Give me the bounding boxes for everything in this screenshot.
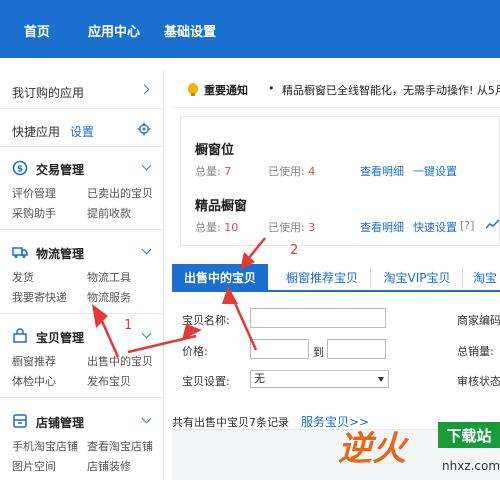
premium-quick-setup-link[interactable]: 快速设置	[413, 219, 457, 235]
sidebar-link-ship[interactable]: 发货	[12, 269, 34, 285]
svg-text:$: $	[17, 165, 23, 175]
tab-window-recommended[interactable]: 橱窗推荐宝贝	[278, 264, 366, 292]
showcase-used: 已使用: 4	[268, 165, 316, 178]
notice-message[interactable]: 精品橱窗已全线智能化，无需手动操作! 从5月	[282, 82, 500, 98]
premium-view-details-link[interactable]: 查看明细	[360, 219, 404, 235]
quick-apps-title: 快捷应用	[12, 125, 61, 139]
sidebar-link-early-payment[interactable]: 提前收款	[87, 205, 131, 221]
sidebar-link-logistics-tools[interactable]: 物流工具	[87, 269, 131, 285]
showcase-title: 橱窗位	[195, 143, 235, 158]
premium-total: 总量: 10	[195, 221, 239, 234]
notice-bullet: •	[268, 82, 275, 95]
price-max-input[interactable]	[327, 339, 386, 359]
watermark-sub-text: 下载站	[446, 427, 491, 445]
merchant-code-label: 商家编码	[457, 314, 500, 327]
divider	[0, 397, 164, 398]
divider	[0, 108, 164, 109]
tab-taobao-vip[interactable]: 淘宝VIP宝贝	[376, 264, 458, 292]
annotation-number-1: 1	[124, 318, 133, 333]
quick-apps-settings-link[interactable]: 设置	[70, 123, 94, 140]
dropdown-caret-icon	[378, 377, 384, 382]
showcase-one-click-setup-link[interactable]: 一键设置	[413, 163, 457, 179]
tab-separator	[462, 268, 463, 288]
section-title-goods[interactable]: 宝贝管理	[36, 329, 84, 346]
subscribed-apps-link[interactable]: 我订购的应用	[12, 84, 84, 101]
watermark-logo: 逆火 下载站 nhxz.com	[337, 422, 500, 473]
item-setting-select[interactable]: 无	[250, 370, 389, 388]
item-setting-value: 无	[254, 372, 265, 385]
item-setting-label: 宝贝设置:	[182, 375, 230, 388]
section-title-logistics[interactable]: 物流管理	[36, 245, 84, 262]
gear-icon[interactable]	[137, 122, 151, 136]
tab-separator	[370, 268, 371, 288]
total-sales-label: 总销量:	[457, 345, 494, 358]
sidebar-link-items-on-sale[interactable]: 出售中的宝贝	[87, 353, 153, 369]
tab-items-on-sale[interactable]: 出售中的宝贝	[172, 264, 268, 292]
premium-window-title: 精品橱窗	[195, 199, 248, 214]
section-title-shop[interactable]: 店铺管理	[36, 414, 84, 431]
annotation-number-2: 2	[290, 243, 299, 258]
watermark-brand-text: 逆火	[338, 429, 410, 469]
item-name-input[interactable]	[250, 308, 386, 328]
sidebar-link-send-express[interactable]: 我要寄快递	[12, 289, 67, 305]
price-min-input[interactable]	[250, 339, 309, 359]
sidebar-link-view-shop[interactable]: 查看淘宝店铺	[87, 438, 153, 454]
nav-basic-settings[interactable]: 基础设置	[164, 21, 216, 40]
sidebar-link-publish-item[interactable]: 发布宝贝	[87, 373, 131, 389]
help-icon[interactable]: [?]	[460, 219, 474, 232]
premium-used: 已使用: 3	[268, 221, 316, 234]
trade-icon: $	[12, 160, 28, 176]
price-label: 价格:	[182, 345, 208, 358]
sidebar-link-reviews[interactable]: 评价管理	[12, 185, 56, 201]
section-title-trade[interactable]: 交易管理	[36, 161, 84, 178]
sidebar-link-logistics-service[interactable]: 物流服务	[87, 289, 131, 305]
divider	[0, 146, 164, 147]
divider	[0, 229, 164, 230]
item-name-label: 宝贝名称:	[182, 314, 230, 327]
notice-label: 重要通知	[204, 84, 248, 97]
sidebar-link-mobile-shop[interactable]: 手机淘宝店铺	[12, 438, 78, 454]
sidebar-link-health-check[interactable]: 体检中心	[12, 373, 56, 389]
sidebar-link-window-recommend[interactable]: 橱窗推荐	[12, 353, 56, 369]
results-count: 共有出售中宝贝7条记录	[172, 416, 289, 429]
watermark-domain-text: nhxz.com	[442, 459, 500, 473]
sidebar-link-shop-decoration[interactable]: 店铺装修	[87, 458, 131, 474]
sidebar-link-image-space[interactable]: 图片空间	[12, 458, 56, 474]
shop-icon	[13, 414, 27, 428]
showcase-view-details-link[interactable]: 查看明细	[360, 163, 404, 179]
nav-app-center[interactable]: 应用中心	[88, 21, 140, 40]
goods-icon	[13, 328, 27, 343]
price-to-label: 到	[313, 346, 324, 359]
nav-home[interactable]: 首页	[24, 21, 50, 40]
tab-taobao-more[interactable]: 淘宝	[470, 264, 500, 292]
logistics-icon	[12, 247, 28, 258]
divider	[0, 313, 164, 314]
top-nav: 首页 应用中心 基础设置	[0, 0, 500, 58]
audit-status-label: 审核状态	[457, 375, 500, 388]
trend-chart-icon[interactable]	[486, 219, 500, 229]
showcase-total: 总量: 7	[195, 165, 232, 178]
sidebar-link-sold-items[interactable]: 已卖出的宝贝	[87, 185, 153, 201]
sidebar-link-purchase-assistant[interactable]: 采购助手	[12, 205, 56, 221]
lightbulb-icon	[188, 83, 198, 96]
